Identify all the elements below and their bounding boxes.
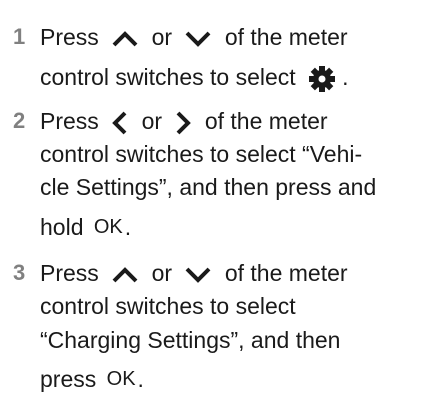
step-number: 2 [13,108,26,133]
gear-icon [308,65,336,93]
chevron-left-icon [111,110,129,136]
step-line: Press or of the meter [40,108,328,136]
step-line: Press or of the meter [40,260,348,286]
step-line: control switches to select [40,293,296,319]
step-line: press OK. [40,366,144,392]
step-line: cle Settings”, and then press and [40,174,377,200]
step-line: control switches to select . [40,64,348,93]
instruction-page: { "steps": [ { "number": "1", "lines": [… [0,0,437,409]
step-line: control switches to select “Vehi- [40,141,363,167]
step-line: “Charging Settings”, and then [40,327,341,353]
chevron-right-icon [174,110,192,136]
chevron-up-icon [111,30,139,48]
chevron-up-icon [111,266,139,284]
step-number: 3 [13,260,26,285]
ok-button-label: OK [93,216,123,238]
chevron-down-icon [184,30,212,48]
step-line: Press or of the meter [40,24,348,50]
ok-button-label: OK [106,368,136,390]
step-line: hold OK. [40,214,132,240]
step-number: 1 [13,24,26,49]
chevron-down-icon [184,266,212,284]
